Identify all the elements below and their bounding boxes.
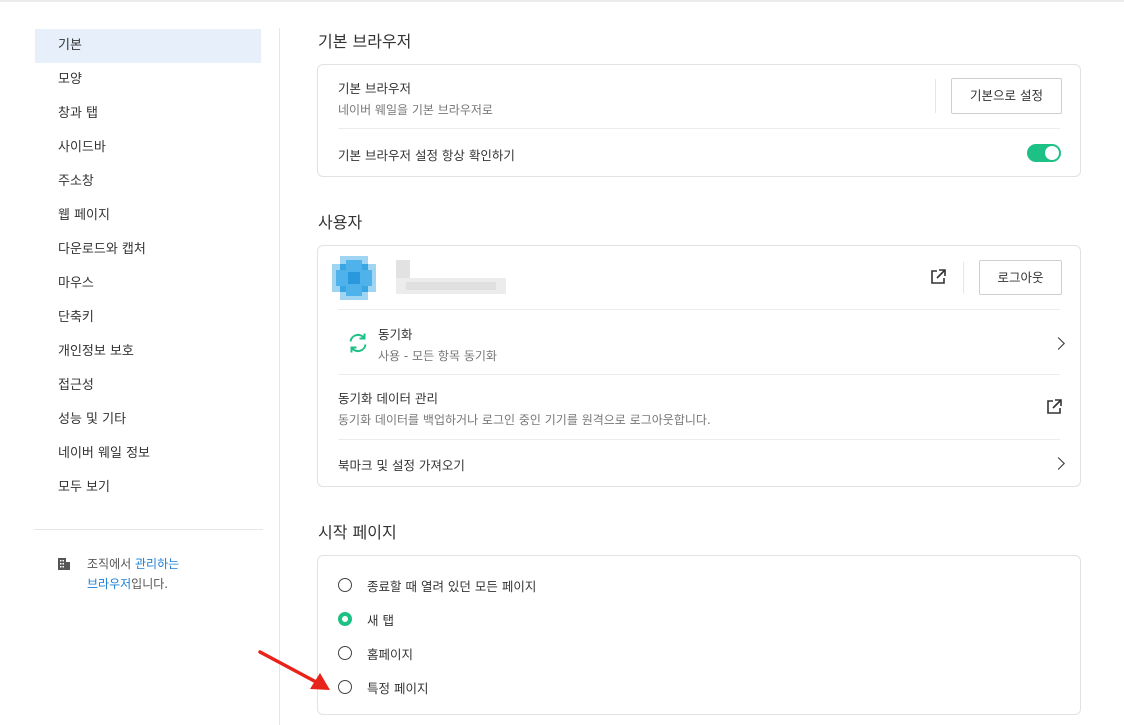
sidebar-divider [34, 529, 263, 530]
section-title-user: 사용자 [318, 213, 363, 232]
sidebar-item-privacy[interactable]: 개인정보 보호 [35, 335, 261, 369]
section-title-startup: 시작 페이지 [318, 523, 397, 542]
managed-prefix: 조직에서 [87, 557, 135, 571]
sync-subtitle: 사용 - 모든 항목 동기화 [378, 349, 497, 363]
chevron-right-icon [1052, 337, 1065, 350]
startup-option-label: 특정 페이지 [367, 681, 429, 696]
toggle-knob [1045, 146, 1059, 160]
external-link-icon [1045, 398, 1063, 420]
user-card: 로그아웃 동기화 사용 - 모든 항목 동기화 동기화 데이터 관리 동기화 데… [317, 245, 1081, 487]
sidebar-item-about[interactable]: 네이버 웨일 정보 [35, 437, 261, 471]
radio-button[interactable] [338, 680, 352, 694]
sidebar-item-show-all[interactable]: 모두 보기 [35, 471, 261, 505]
import-row[interactable]: 북마크 및 설정 가져오기 [338, 440, 1065, 486]
startup-option-label: 새 탭 [367, 613, 394, 628]
sync-row[interactable]: 동기화 사용 - 모든 항목 동기화 [338, 310, 1065, 374]
building-icon [57, 557, 71, 577]
sync-data-row[interactable]: 동기화 데이터 관리 동기화 데이터를 백업하거나 로그인 중인 기기를 원격으… [338, 375, 1063, 439]
logout-button[interactable]: 로그아웃 [979, 260, 1062, 295]
avatar [332, 256, 376, 300]
startup-option-label: 종료할 때 열려 있던 모든 페이지 [367, 579, 537, 594]
radio-button-selected[interactable] [338, 612, 352, 626]
sidebar-item-address-bar[interactable]: 주소창 [35, 165, 261, 199]
button-separator [963, 262, 964, 294]
sync-icon [347, 332, 369, 358]
sidebar-item-downloads-capture[interactable]: 다운로드와 캡처 [35, 233, 261, 267]
blurred-account-name [396, 260, 506, 300]
default-browser-card: 기본 브라우저 네이버 웨일을 기본 브라우저로 기본으로 설정 기본 브라우저… [317, 64, 1081, 177]
sidebar-item-sidebar[interactable]: 사이드바 [35, 131, 261, 165]
managed-link-browser[interactable]: 브라우저 [87, 577, 131, 591]
settings-sidebar: 기본 모양 창과 탭 사이드바 주소창 웹 페이지 다운로드와 캡처 마우스 단… [0, 0, 279, 725]
sync-title: 동기화 [378, 327, 413, 342]
managed-notice: 조직에서 관리하는 브라우저입니다. [57, 554, 257, 594]
sidebar-content-divider [279, 28, 280, 725]
sidebar-item-accessibility[interactable]: 접근성 [35, 369, 261, 403]
radio-button[interactable] [338, 578, 352, 592]
open-account-icon[interactable] [929, 268, 947, 286]
startup-card: 종료할 때 열려 있던 모든 페이지 새 탭 홈페이지 특정 페이지 [317, 555, 1081, 715]
sidebar-item-basic[interactable]: 기본 [35, 29, 261, 63]
import-title: 북마크 및 설정 가져오기 [338, 458, 465, 473]
managed-suffix: 입니다. [131, 577, 169, 591]
always-check-row: 기본 브라우저 설정 항상 확인하기 [338, 145, 1060, 164]
chevron-right-icon [1052, 457, 1065, 470]
radio-button[interactable] [338, 646, 352, 660]
sidebar-item-mouse[interactable]: 마우스 [35, 267, 261, 301]
set-default-button[interactable]: 기본으로 설정 [951, 78, 1062, 114]
row-divider [338, 128, 1060, 129]
sidebar-nav: 기본 모양 창과 탭 사이드바 주소창 웹 페이지 다운로드와 캡처 마우스 단… [35, 29, 261, 505]
sidebar-item-web-page[interactable]: 웹 페이지 [35, 199, 261, 233]
sidebar-item-appearance[interactable]: 모양 [35, 63, 261, 97]
always-check-label: 기본 브라우저 설정 항상 확인하기 [338, 148, 515, 163]
section-title-default-browser: 기본 브라우저 [318, 32, 412, 51]
startup-option-label: 홈페이지 [367, 647, 414, 662]
always-check-toggle[interactable] [1027, 144, 1061, 162]
sidebar-item-performance[interactable]: 성능 및 기타 [35, 403, 261, 437]
sidebar-item-shortcuts[interactable]: 단축키 [35, 301, 261, 335]
sidebar-item-windows-tabs[interactable]: 창과 탭 [35, 97, 261, 131]
managed-link[interactable]: 관리하는 [135, 557, 179, 571]
sync-data-title: 동기화 데이터 관리 [338, 391, 438, 406]
button-separator [935, 79, 936, 113]
sync-data-subtitle: 동기화 데이터를 백업하거나 로그인 중인 기기를 원격으로 로그아웃합니다. [338, 413, 711, 427]
annotation-arrow-icon [258, 650, 330, 690]
